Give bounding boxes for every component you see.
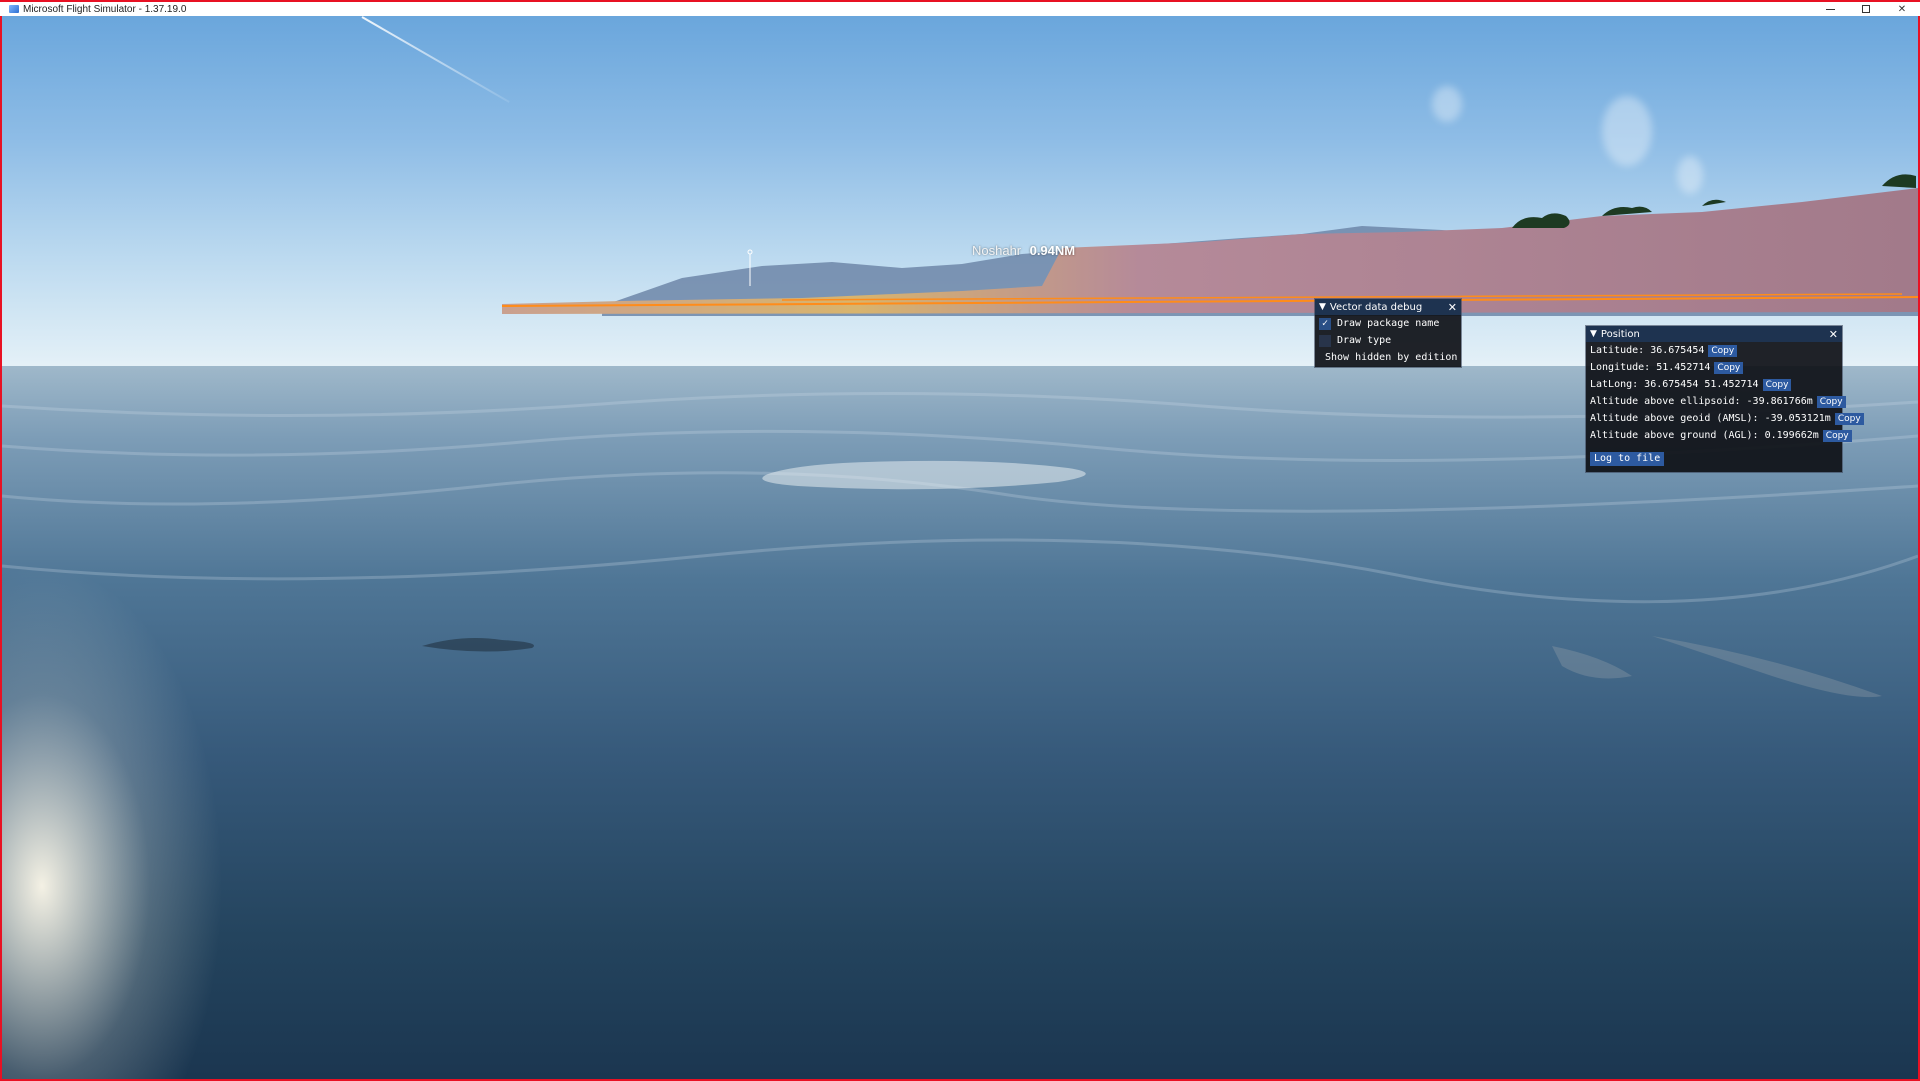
location-name: Noshahr [972,243,1022,258]
copy-altitude-geoid-button[interactable]: Copy [1834,412,1864,425]
vector-panel-header[interactable]: ▼ Vector data debug ✕ [1315,299,1461,315]
collapse-triangle-icon[interactable]: ▼ [1319,302,1326,312]
location-label: Noshahr 0.94NM [972,242,1075,260]
altitude-geoid-row: Altitude above geoid (AMSL): -39.053121m… [1586,410,1864,427]
checkbox-draw-type[interactable] [1319,334,1331,347]
option-label: Draw package name [1337,318,1440,329]
window-title: Microsoft Flight Simulator - 1.37.19.0 [23,3,187,15]
collapse-triangle-icon[interactable]: ▼ [1590,329,1597,339]
copy-latitude-button[interactable]: Copy [1708,344,1738,357]
window-controls: ✕ [1812,2,1920,16]
altitude-ellipsoid-value: Altitude above ellipsoid: -39.861766m [1590,396,1813,407]
latitude-value: Latitude: 36.675454 [1590,345,1705,356]
vector-panel-title: Vector data debug [1329,301,1423,313]
altitude-ground-row: Altitude above ground (AGL): 0.199662m C… [1586,427,1852,444]
option-draw-package-name[interactable]: ✓ Draw package name [1315,315,1461,332]
copy-latlong-button[interactable]: Copy [1762,378,1792,391]
close-icon: ✕ [1897,3,1907,15]
latitude-row: Latitude: 36.675454 Copy [1586,342,1842,359]
position-panel-title: Position [1600,328,1640,340]
log-to-file-button[interactable]: Log to file [1590,451,1665,466]
altitude-ellipsoid-row: Altitude above ellipsoid: -39.861766m Co… [1586,393,1846,410]
latlong-value: LatLong: 36.675454 51.452714 [1590,379,1759,390]
location-distance: 0.94NM [1029,243,1076,258]
position-panel: ▼ Position ✕ Latitude: 36.675454 Copy Lo… [1586,326,1864,472]
copy-altitude-ground-button[interactable]: Copy [1822,429,1852,442]
position-panel-header[interactable]: ▼ Position ✕ [1586,326,1842,342]
app-icon [9,5,19,13]
option-draw-type[interactable]: Draw type [1315,332,1461,349]
latlong-row: LatLong: 36.675454 51.452714 Copy [1586,376,1842,393]
water-ripples [2,391,1918,698]
minimize-button[interactable] [1812,2,1848,16]
close-button[interactable]: ✕ [1884,2,1920,16]
copy-altitude-ellipsoid-button[interactable]: Copy [1816,395,1846,408]
altitude-ground-value: Altitude above ground (AGL): 0.199662m [1590,430,1819,441]
maximize-icon [1862,5,1870,13]
vector-data-debug-panel: ▼ Vector data debug ✕ ✓ Draw package nam… [1315,299,1461,367]
checkbox-draw-package-name[interactable]: ✓ [1319,317,1331,330]
close-icon[interactable]: ✕ [1829,328,1838,341]
option-show-hidden-by-edition[interactable]: Show hidden by edition [1315,349,1461,366]
title-bar[interactable]: Microsoft Flight Simulator - 1.37.19.0 ✕ [0,0,1920,16]
longitude-row: Longitude: 51.452714 Copy [1586,359,1842,376]
option-label: Draw type [1337,335,1392,346]
simulator-viewport[interactable]: Noshahr 0.94NM ▼ Vector data debug ✕ ✓ D… [2,16,1918,1079]
copy-longitude-button[interactable]: Copy [1714,361,1744,374]
option-label: Show hidden by edition [1325,352,1458,363]
log-row: Log to file [1586,450,1842,467]
longitude-value: Longitude: 51.452714 [1590,362,1711,373]
minimize-icon [1825,8,1835,10]
close-icon[interactable]: ✕ [1448,301,1457,314]
maximize-button[interactable] [1848,2,1884,16]
altitude-geoid-value: Altitude above geoid (AMSL): -39.053121m [1590,413,1831,424]
